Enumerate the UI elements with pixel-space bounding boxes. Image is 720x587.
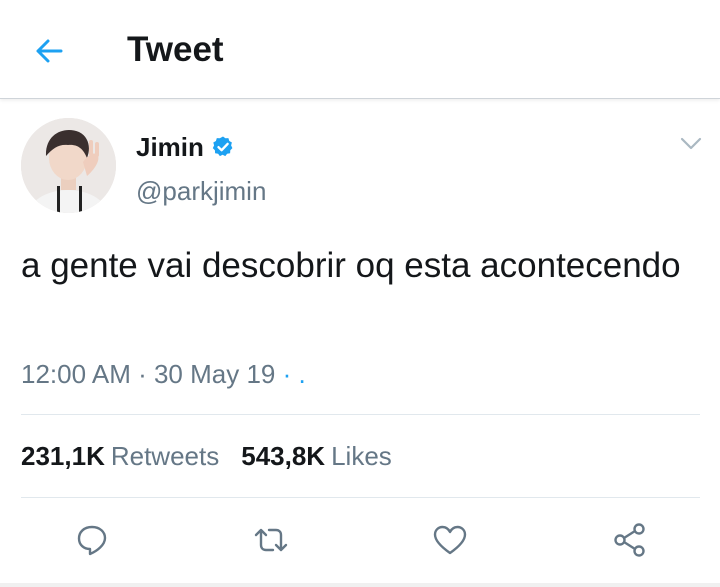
heart-icon [433, 525, 467, 555]
avatar[interactable] [21, 118, 116, 213]
like-count-value: 543,8K [241, 441, 326, 471]
author-row[interactable]: Jimin [136, 131, 235, 163]
retweet-count-label: Retweets [110, 441, 220, 471]
engagement-counts: 231,1K Retweets 543,8K Likes [21, 441, 392, 472]
divider [21, 414, 700, 415]
tweet-time[interactable]: 12:00 AM [21, 359, 131, 389]
more-options-button[interactable] [676, 132, 706, 156]
retweet-button[interactable] [251, 520, 291, 560]
like-count-label: Likes [331, 441, 392, 471]
share-button[interactable] [610, 520, 650, 560]
reply-button[interactable] [72, 520, 112, 560]
page-title: Tweet [127, 30, 224, 69]
retweet-count-value: 231,1K [21, 441, 105, 471]
share-icon [614, 523, 645, 557]
divider [21, 497, 700, 498]
top-bar: Tweet [0, 0, 720, 99]
author-name[interactable]: Jimin [136, 132, 204, 163]
author-handle[interactable]: @parkjimin [136, 176, 266, 207]
verified-badge-icon [212, 136, 233, 157]
chevron-down-icon [680, 137, 702, 150]
back-button[interactable] [28, 30, 70, 72]
arrow-left-icon [36, 39, 63, 63]
retweet-icon [254, 528, 288, 552]
profile-photo [21, 118, 116, 213]
reply-icon [77, 525, 107, 556]
tweet-text: a gente vai descobrir oq esta acontecend… [21, 246, 681, 285]
bottom-edge [0, 583, 720, 587]
tweet-meta: 12:00 AM · 30 May 19 · . [21, 359, 306, 390]
meta-separator: · [130, 359, 154, 389]
tweet-source-link[interactable]: · . [275, 359, 306, 389]
like-button[interactable] [430, 520, 470, 560]
retweets-count[interactable]: 231,1K Retweets [21, 441, 219, 472]
likes-count[interactable]: 543,8K Likes [241, 441, 392, 472]
action-bar [0, 515, 720, 565]
tweet-date[interactable]: 30 May 19 [154, 359, 275, 389]
